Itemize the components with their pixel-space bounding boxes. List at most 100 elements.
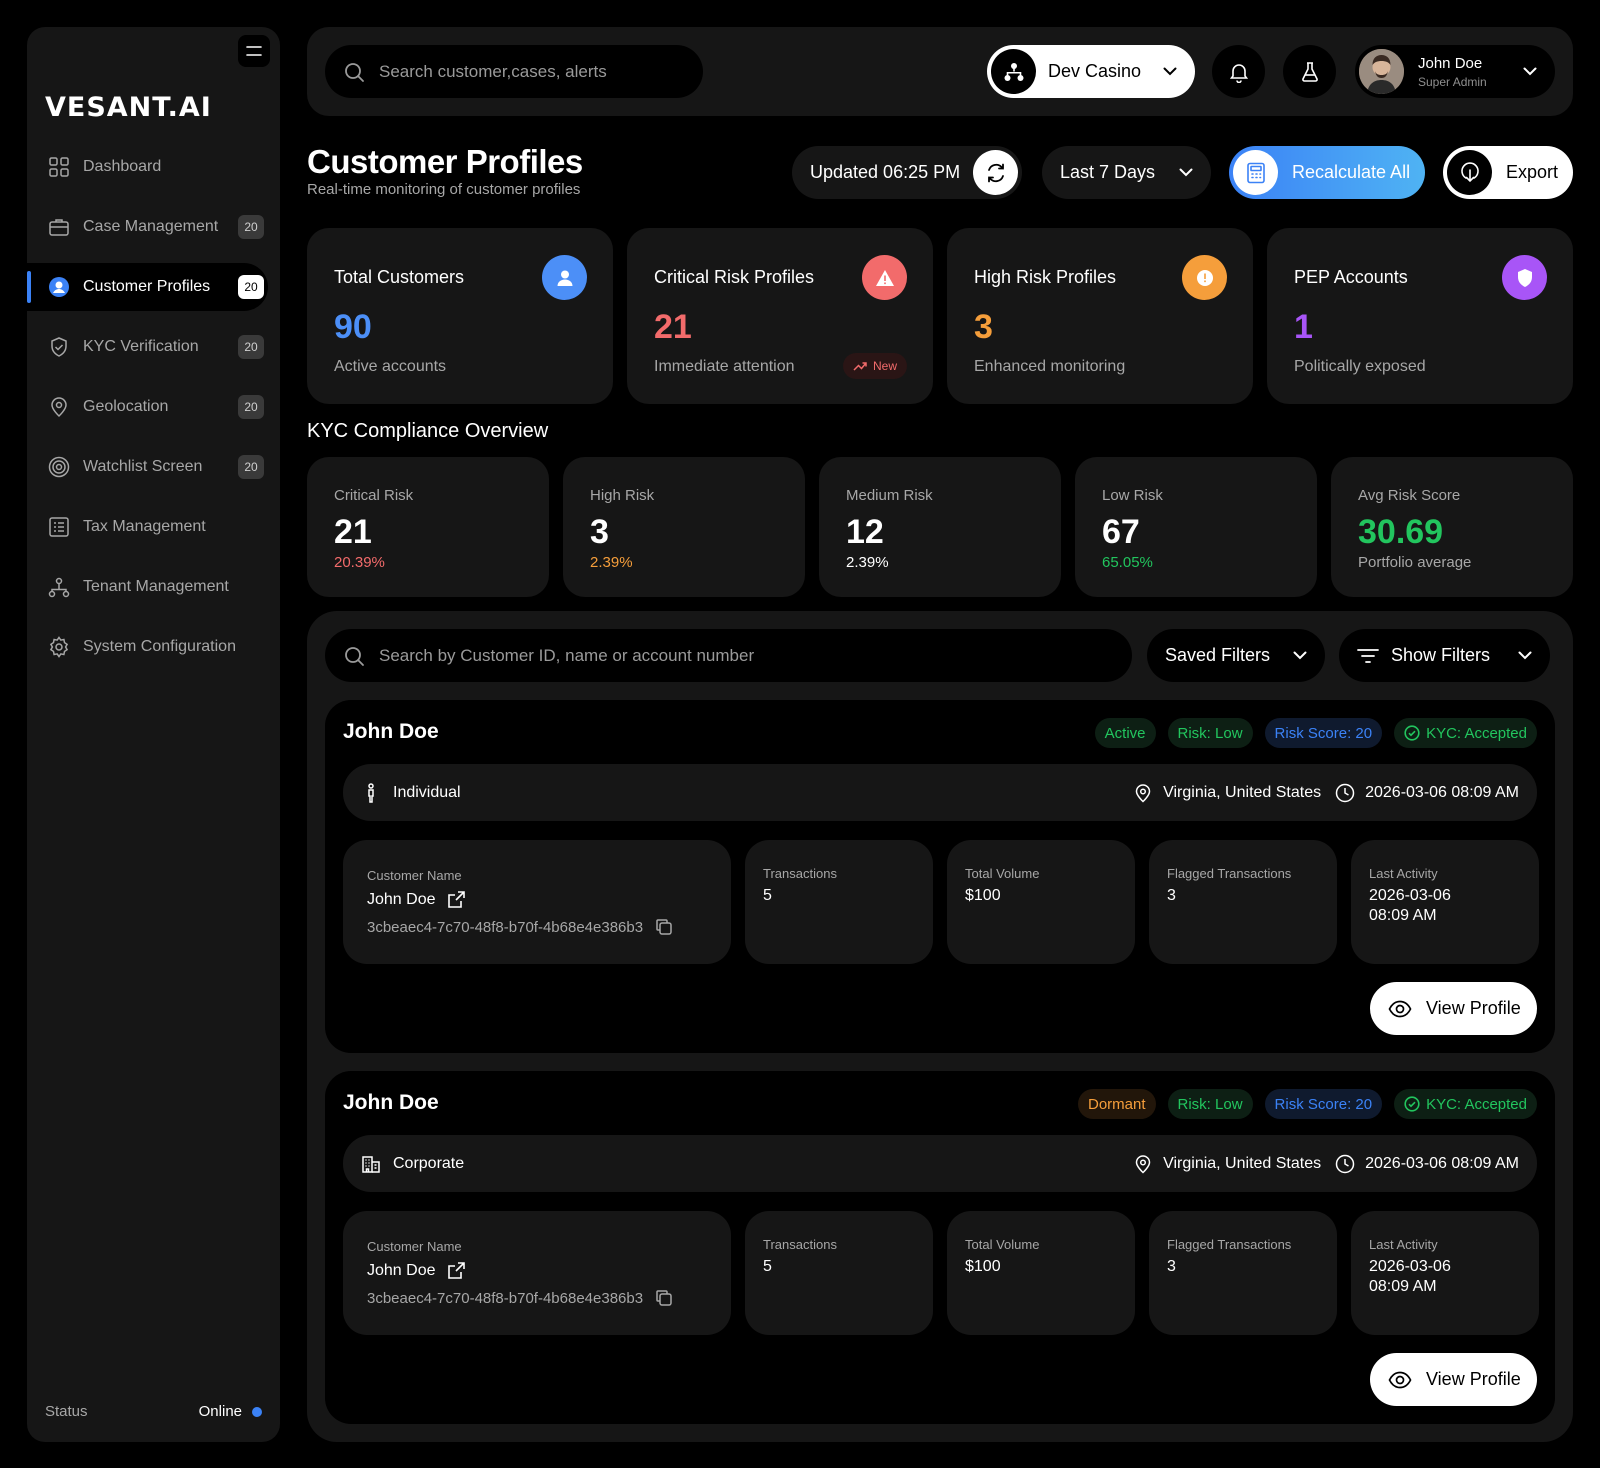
last-activity-date: 2026-03-06	[1369, 887, 1451, 904]
shield-icon	[1502, 255, 1547, 300]
view-profile-button[interactable]: View Profile	[1370, 1353, 1537, 1406]
saved-filters-label: Saved Filters	[1165, 645, 1271, 665]
kyc-percent: 2.39%	[846, 554, 889, 571]
last-activity-cell: Last Activity 2026-03-06 08:09 AM	[1351, 1211, 1539, 1335]
notifications-button[interactable]	[1212, 45, 1265, 98]
export-button[interactable]: Export	[1443, 146, 1573, 199]
trending-up-icon	[853, 362, 867, 371]
customer-type: Individual	[361, 782, 461, 803]
show-filters-button[interactable]: Show Filters	[1339, 629, 1550, 682]
count-badge: 20	[238, 215, 264, 239]
risk-badge: Risk: Low	[1167, 718, 1253, 748]
stat-subtitle: Enhanced monitoring	[974, 358, 1126, 375]
sidebar-item-tax-management[interactable]: Tax Management	[27, 503, 280, 551]
customer-info-row: Individual Virginia, United States 2026-…	[343, 764, 1537, 821]
flask-icon	[1301, 61, 1318, 82]
last-activity-time: 08:09 AM	[1369, 907, 1437, 924]
updated-text: Updated 06:25 PM	[810, 162, 961, 182]
chevron-down-icon	[1518, 651, 1532, 660]
building-icon	[362, 1155, 380, 1173]
sidebar-item-watchlist-screen[interactable]: Watchlist Screen 20	[27, 443, 280, 491]
copy-icon[interactable]	[655, 1289, 673, 1307]
recalculate-all-button[interactable]: Recalculate All	[1229, 146, 1425, 199]
risk-score-badge: Risk Score: 20	[1264, 718, 1383, 748]
external-link-icon[interactable]	[446, 1261, 466, 1281]
stat-value: 3	[974, 308, 993, 346]
count-badge: 20	[238, 275, 264, 299]
global-search-input[interactable]: Search customer,cases, alerts	[325, 45, 703, 98]
recalculate-label: Recalculate All	[1292, 162, 1411, 182]
lab-button[interactable]	[1283, 45, 1336, 98]
search-placeholder: Search customer,cases, alerts	[379, 61, 607, 81]
clock-icon	[1335, 783, 1355, 802]
briefcase-icon	[47, 215, 71, 239]
check-circle-icon	[1404, 1096, 1420, 1112]
customer-name-cell: Customer Name John Doe 3cbeaec4-7c70-48f…	[343, 1211, 731, 1335]
last-activity-date: 2026-03-06	[1369, 1258, 1451, 1275]
kyc-label: Critical Risk	[334, 487, 414, 504]
customer-type-label: Corporate	[393, 1154, 465, 1172]
grid-icon	[47, 155, 71, 179]
view-profile-button[interactable]: View Profile	[1370, 982, 1537, 1035]
cell-value: 5	[763, 1258, 772, 1275]
customer-card: John Doe Dormant Risk: Low Risk Score: 2…	[325, 1071, 1555, 1424]
user-menu[interactable]: John Doe Super Admin	[1355, 45, 1555, 98]
view-profile-label: View Profile	[1426, 998, 1521, 1018]
last-updated: Updated 06:25 PM	[792, 146, 1022, 199]
sidebar-item-customer-profiles[interactable]: Customer Profiles 20	[27, 263, 268, 311]
cell-value: John Doe	[367, 891, 436, 908]
kyc-label: Avg Risk Score	[1358, 487, 1461, 504]
kyc-card-medium: Medium Risk 12 2.39%	[819, 457, 1061, 597]
export-label: Export	[1506, 162, 1559, 182]
connection-status: Status Online	[45, 1403, 262, 1420]
flagged-transactions-cell: Flagged Transactions 3	[1149, 840, 1337, 964]
app-logo[interactable]: VESANT.AI	[45, 92, 212, 123]
transactions-cell: Transactions 5	[745, 840, 933, 964]
chevron-down-icon	[1293, 651, 1307, 660]
menu-toggle-button[interactable]	[238, 35, 270, 67]
sidebar-item-geolocation[interactable]: Geolocation 20	[27, 383, 280, 431]
kyc-value: 12	[846, 513, 884, 551]
saved-filters-select[interactable]: Saved Filters	[1147, 629, 1325, 682]
customer-search-input[interactable]: Search by Customer ID, name or account n…	[325, 629, 1132, 682]
tenant-selector[interactable]: Dev Casino	[987, 45, 1195, 98]
cell-label: Transactions	[763, 1237, 837, 1252]
eye-icon	[1388, 1000, 1412, 1017]
customer-name-link[interactable]: John Doe	[367, 890, 466, 910]
show-filters-label: Show Filters	[1391, 645, 1491, 665]
stat-value: 21	[654, 308, 692, 346]
calculator-icon	[1233, 150, 1278, 195]
copy-icon[interactable]	[655, 918, 673, 936]
customer-id: 3cbeaec4-7c70-48f8-b70f-4b68e4e386b3	[367, 918, 673, 936]
date-range-select[interactable]: Last 7 Days	[1042, 146, 1211, 199]
refresh-icon	[987, 163, 1004, 182]
cell-label: Total Volume	[965, 1237, 1040, 1252]
sidebar-item-kyc-verification[interactable]: KYC Verification 20	[27, 323, 280, 371]
customer-meta: Virginia, United States 2026-03-06 08:09…	[1133, 1154, 1519, 1174]
check-circle-icon	[1404, 725, 1420, 741]
kyc-value: 67	[1102, 513, 1140, 551]
stat-subtitle: Immediate attention	[654, 358, 795, 375]
cell-label: Flagged Transactions	[1167, 1237, 1292, 1252]
sidebar: VESANT.AI Dashboard Case Management 20 C…	[27, 27, 280, 1442]
cell-label: Flagged Transactions	[1167, 866, 1292, 881]
refresh-button[interactable]	[973, 150, 1018, 195]
sidebar-item-label: Customer Profiles	[83, 278, 211, 295]
search-icon	[345, 646, 364, 666]
sidebar-item-system-configuration[interactable]: System Configuration	[27, 623, 280, 671]
sidebar-item-tenant-management[interactable]: Tenant Management	[27, 563, 280, 611]
cell-value: 3	[1167, 887, 1176, 904]
sidebar-item-case-management[interactable]: Case Management 20	[27, 203, 280, 251]
external-link-icon[interactable]	[446, 890, 466, 910]
cell-label: Customer Name	[367, 1239, 462, 1254]
customer-name-link[interactable]: John Doe	[367, 1261, 466, 1281]
datetime-text: 2026-03-06 08:09 AM	[1365, 1154, 1519, 1172]
warning-icon	[862, 255, 907, 300]
sidebar-item-dashboard[interactable]: Dashboard	[27, 143, 280, 191]
stat-title: Total Customers	[334, 267, 465, 287]
customer-id-text: 3cbeaec4-7c70-48f8-b70f-4b68e4e386b3	[367, 1289, 644, 1307]
filter-icon	[1357, 648, 1379, 663]
last-activity-cell: Last Activity 2026-03-06 08:09 AM	[1351, 840, 1539, 964]
customer-name: John Doe	[343, 1091, 439, 1114]
bell-icon	[1229, 63, 1248, 83]
